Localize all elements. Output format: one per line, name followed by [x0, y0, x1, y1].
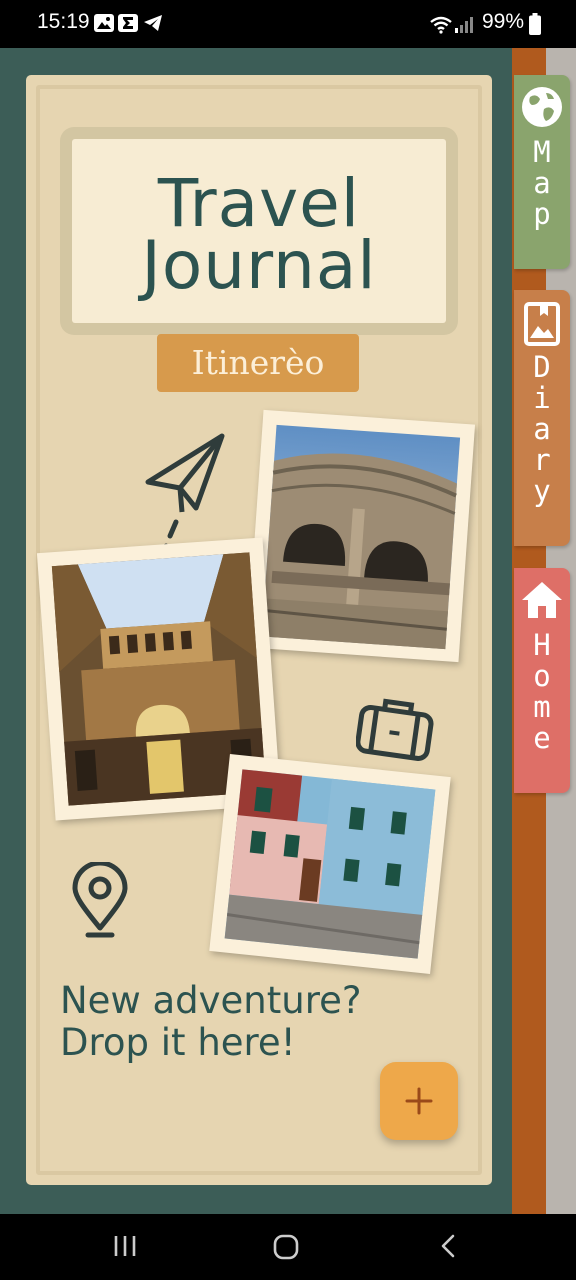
suitcase-icon: [355, 695, 434, 767]
prompt-line-2: Drop it here!: [60, 1021, 296, 1064]
prompt-line-1: New adventure?: [60, 979, 362, 1022]
tab-map-label: Map: [533, 135, 551, 231]
home-button[interactable]: [272, 1233, 300, 1265]
page-title-line-1: Travel: [157, 165, 361, 242]
title-box: Travel Journal: [72, 139, 446, 323]
tab-diary[interactable]: Diary: [514, 290, 570, 546]
title-frame: Travel Journal: [60, 127, 458, 335]
recent-apps-button[interactable]: [112, 1233, 138, 1263]
home-icon: [522, 582, 562, 618]
tab-map[interactable]: Map: [514, 75, 570, 269]
status-bar: 15:19 99%: [0, 0, 576, 48]
add-trip-button[interactable]: [380, 1062, 458, 1140]
battery-icon: [529, 13, 541, 39]
colorful-houses-photo[interactable]: [209, 753, 451, 975]
system-nav-bar: [0, 1214, 576, 1280]
globe-icon: [522, 87, 562, 127]
image-icon: [94, 14, 114, 36]
battery-percentage: 99%: [482, 10, 525, 33]
journal-cover: Travel Journal Itinerèo New adventure? D…: [26, 75, 492, 1185]
tab-home-label: Home: [533, 628, 551, 755]
sigma-icon: [118, 14, 138, 36]
telegram-icon: [143, 14, 163, 36]
tab-diary-label: Diary: [533, 350, 551, 508]
new-adventure-prompt: New adventure? Drop it here!: [60, 980, 440, 1064]
location-pin-icon: [70, 860, 130, 946]
signal-icon: [455, 17, 473, 37]
tab-home[interactable]: Home: [514, 568, 570, 793]
photo-book-icon: [524, 302, 560, 346]
brand-label: Itinerèo: [157, 334, 359, 392]
colosseum-photo[interactable]: [246, 409, 476, 663]
page-title-line-2: Journal: [141, 227, 377, 304]
plus-icon: [405, 1087, 433, 1115]
back-button[interactable]: [437, 1233, 459, 1263]
wifi-icon: [430, 16, 452, 38]
app-screen: Travel Journal Itinerèo New adventure? D…: [0, 48, 576, 1214]
status-time: 15:19: [37, 10, 90, 33]
